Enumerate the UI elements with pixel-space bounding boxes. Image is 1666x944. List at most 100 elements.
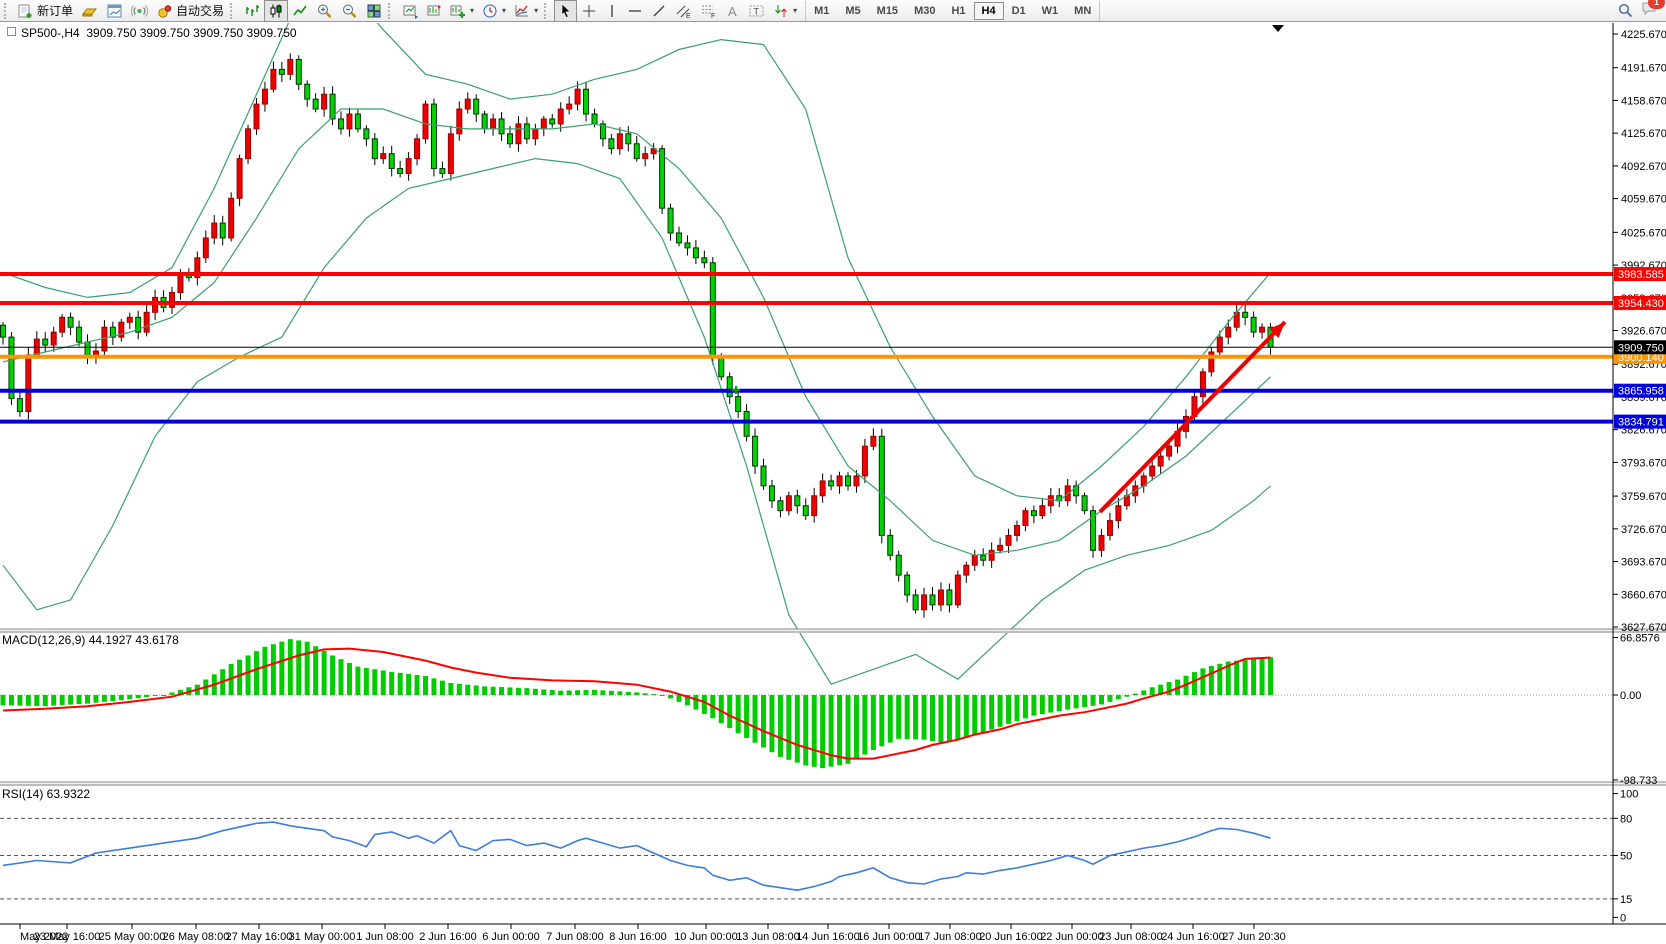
macd-histogram-bar: [955, 695, 960, 739]
autotrading-icon: [156, 3, 173, 19]
fibonacci-tool-button[interactable]: F: [696, 0, 721, 22]
candlestick-chart-icon: [268, 3, 284, 19]
indicators-button[interactable]: ▾: [510, 0, 542, 22]
chart-window[interactable]: 4225.6704191.6704158.6704125.6704092.670…: [0, 23, 1666, 944]
macd-histogram-bar: [1082, 695, 1087, 707]
macd-histogram-bar: [1107, 695, 1112, 702]
macd-histogram-bar: [964, 695, 969, 738]
macd-histogram-bar: [1065, 695, 1070, 710]
macd-histogram-bar: [592, 690, 597, 695]
macd-histogram-bar: [279, 642, 284, 695]
bull-candle: [820, 481, 825, 496]
trend-arrow-line: [1100, 322, 1285, 512]
bull-candle: [1048, 496, 1053, 506]
axis-label: 14 Jun 16:00: [796, 931, 860, 943]
bull-candle: [575, 89, 580, 104]
text-tool-button[interactable]: A: [721, 0, 744, 22]
timeframe-M30[interactable]: M30: [906, 2, 943, 20]
macd-histogram-bar: [1040, 695, 1045, 714]
notifications-button[interactable]: 1: [1641, 1, 1658, 21]
bear-candle: [364, 129, 369, 139]
bar-chart-button[interactable]: [240, 0, 264, 22]
cursor-tool-button[interactable]: [554, 0, 577, 22]
bull-candle: [812, 496, 817, 516]
bull-candle: [1167, 446, 1172, 456]
candlestick-chart-button[interactable]: [264, 0, 288, 22]
equidistant-channel-tool-button[interactable]: E: [671, 0, 696, 22]
bear-candle: [524, 124, 529, 139]
macd-histogram-bar: [913, 695, 918, 739]
timeframe-MN[interactable]: MN: [1066, 2, 1099, 20]
macd-histogram-bar: [744, 695, 749, 738]
vertical-line-tool-button[interactable]: [601, 0, 623, 22]
bear-candle: [981, 555, 986, 560]
trendline-tool-button[interactable]: [647, 0, 671, 22]
market-chart-button[interactable]: [102, 0, 127, 22]
axis-label: 4125.670: [1621, 128, 1666, 140]
bear-candle: [296, 59, 301, 84]
macd-histogram-bar: [330, 655, 335, 695]
bull-candle: [271, 69, 276, 89]
dropdown-caret-icon: ▾: [534, 6, 538, 15]
horizontal-line-tool-button[interactable]: [623, 0, 647, 22]
mt4-terminal-window: 新订单 自动交易: [0, 0, 1666, 944]
macd-histogram-bar: [26, 695, 31, 706]
indicators-icon: [514, 3, 530, 19]
text-label-tool-button[interactable]: T: [744, 0, 769, 22]
chart-canvas[interactable]: 4225.6704191.6704158.6704125.6704092.670…: [0, 23, 1666, 944]
bull-candle: [1040, 506, 1045, 516]
macd-histogram-bar: [313, 646, 318, 695]
search-icon[interactable]: [1618, 3, 1633, 18]
macd-histogram-bar: [1006, 695, 1011, 724]
macd-histogram-bar: [634, 692, 639, 695]
bull-candle: [203, 238, 208, 258]
timeframe-M15[interactable]: M15: [869, 2, 906, 20]
autotrading-button[interactable]: 自动交易: [152, 0, 228, 22]
macd-histogram-bar: [153, 695, 158, 696]
chart-shift-button[interactable]: [422, 0, 446, 22]
zoom-in-button[interactable]: [312, 0, 337, 22]
periods-button[interactable]: ▾: [478, 0, 510, 22]
tile-windows-button[interactable]: [362, 0, 386, 22]
macd-histogram-bar: [372, 669, 377, 695]
macd-histogram-bar: [170, 692, 175, 695]
macd-histogram-bar: [905, 695, 910, 739]
crosshair-tool-button[interactable]: [577, 0, 601, 22]
macd-histogram-bar: [668, 695, 673, 698]
macd-histogram-bar: [558, 691, 563, 695]
macd-histogram-bar: [398, 673, 403, 695]
line-chart-button[interactable]: [288, 0, 312, 22]
macd-histogram-bar: [626, 692, 631, 695]
zoom-out-icon: [341, 3, 358, 19]
macd-histogram-bar: [246, 655, 251, 695]
macd-histogram-bar: [651, 694, 656, 695]
metaeditor-button[interactable]: [77, 0, 102, 22]
axis-label: 4092.670: [1621, 161, 1666, 173]
macd-histogram-bar: [702, 695, 707, 714]
arrow-objects-button[interactable]: ▾: [769, 0, 801, 22]
new-order-button[interactable]: 新订单: [14, 0, 77, 22]
axis-label: 31 May 00:00: [289, 931, 356, 943]
bull-candle: [972, 555, 977, 565]
bear-candle: [778, 501, 783, 511]
macd-histogram-bar: [947, 695, 952, 741]
timeframe-D1[interactable]: D1: [1004, 2, 1034, 20]
bull-candle: [127, 317, 132, 322]
timeframe-H1[interactable]: H1: [943, 2, 973, 20]
bear-candle: [736, 397, 741, 412]
signal-button[interactable]: [127, 0, 152, 22]
auto-arrange-button[interactable]: [398, 0, 422, 22]
timeframe-M1[interactable]: M1: [806, 2, 837, 20]
timeframe-W1[interactable]: W1: [1034, 2, 1067, 20]
bull-candle: [1015, 526, 1020, 536]
zoom-out-button[interactable]: [337, 0, 362, 22]
macd-histogram-bar: [347, 663, 352, 695]
macd-histogram-bar: [972, 695, 977, 735]
macd-histogram-bar: [896, 695, 901, 739]
timeframe-H4[interactable]: H4: [974, 2, 1004, 20]
timeframe-M5[interactable]: M5: [837, 2, 868, 20]
bear-candle: [753, 436, 758, 466]
axis-label: 3693.670: [1621, 557, 1666, 569]
bear-candle: [1082, 496, 1087, 511]
new-chart-button[interactable]: ▾: [446, 0, 478, 22]
